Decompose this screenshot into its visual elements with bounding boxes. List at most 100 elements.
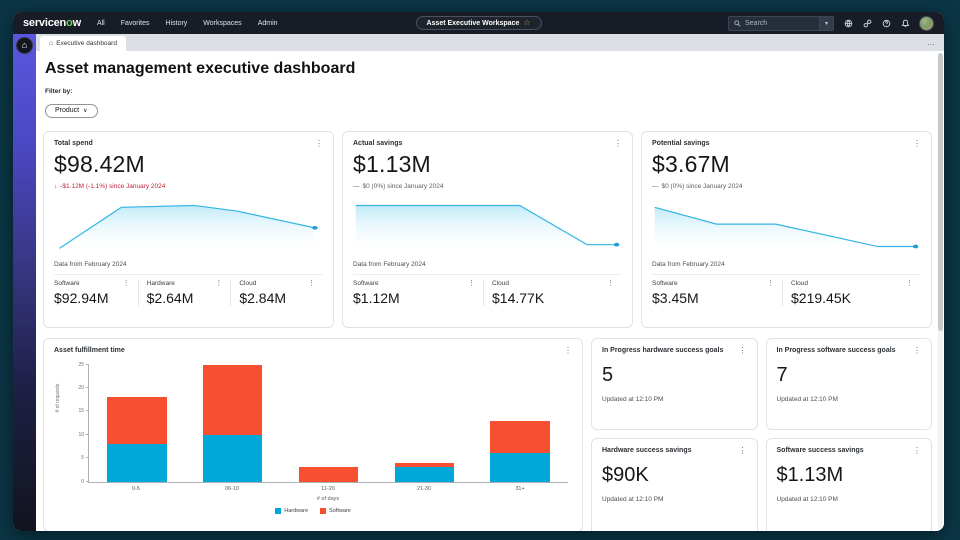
favorite-star-icon[interactable]: ☆ (523, 19, 530, 27)
logo-text: servicen (23, 17, 66, 29)
bar-segment-hardware[interactable] (490, 453, 549, 481)
y-tick-label: 5 (81, 455, 84, 461)
help-icon[interactable] (881, 18, 891, 28)
now-assist-icon[interactable] (843, 18, 853, 28)
bar-segment-software[interactable] (203, 365, 262, 435)
stat-card-software-goals: In Progress software success goals ⋮ 7 Up… (766, 338, 933, 430)
product-filter-dropdown[interactable]: Product ∨ (45, 104, 98, 118)
stacked-bar[interactable] (203, 365, 262, 482)
search-input[interactable]: Search (729, 17, 819, 30)
potential-savings-sparkline (652, 198, 921, 254)
y-tick-label: 10 (78, 432, 84, 438)
y-axis-title: # of requests (55, 383, 61, 412)
home-icon: ⌂ (22, 41, 27, 50)
kebab-menu-icon[interactable]: ⋮ (913, 140, 921, 148)
kpi-delta: — $0 (0%) since January 2024 (353, 183, 622, 190)
window-body: ⌂ ⌂ Executive dashboard … Asset manageme… (13, 34, 944, 531)
workspace-pill-label: Asset Executive Workspace (426, 20, 519, 27)
kpi-value: $1.13M (353, 151, 622, 178)
kebab-menu-icon[interactable]: ⋮ (607, 280, 614, 287)
legend-swatch (320, 508, 326, 514)
bar-segment-hardware[interactable] (395, 467, 454, 481)
second-row: Asset fulfillment time ⋮ # of requests 0… (43, 338, 932, 532)
bar-segment-software[interactable] (490, 421, 549, 454)
updated-timestamp: Updated at 12:10 PM (602, 396, 747, 403)
stacked-bar[interactable] (395, 365, 454, 482)
page-title: Asset management executive dashboard (45, 60, 932, 78)
legend-item-software[interactable]: Software (320, 508, 351, 514)
logo-text-end: w (73, 17, 81, 29)
workspace-home-button[interactable]: ⌂ (16, 37, 33, 54)
kpi-delta: ↓ -$1.12M (-1.1%) since January 2024 (54, 183, 323, 190)
bar-segment-software[interactable] (107, 397, 166, 444)
kebab-menu-icon[interactable]: ⋮ (308, 280, 315, 287)
legend-swatch (275, 508, 281, 514)
kebab-menu-icon[interactable]: ⋮ (739, 347, 747, 355)
kebab-menu-icon[interactable]: ⋮ (767, 280, 774, 287)
delta-text: $0 (0%) since January 2024 (662, 183, 743, 190)
kebab-menu-icon[interactable]: ⋮ (564, 347, 572, 355)
breakdown-label: Software (652, 280, 678, 287)
y-tick-mark (86, 410, 89, 411)
bar-segment-hardware[interactable] (107, 444, 166, 481)
card-title: Actual savings (353, 140, 402, 147)
menu-item-history[interactable]: History (166, 20, 188, 27)
data-footnote: Data from February 2024 (54, 261, 323, 268)
kebab-menu-icon[interactable]: ⋮ (913, 447, 921, 455)
x-tick-label: 11-20 (280, 486, 376, 492)
bar-slot-21-30 (376, 365, 472, 482)
notifications-bell-icon[interactable] (900, 18, 910, 28)
stacked-bar[interactable] (490, 365, 549, 482)
breakdown-value: $2.64M (147, 290, 223, 306)
updated-timestamp: Updated at 12:10 PM (777, 496, 922, 503)
breakdown-value: $14.77K (492, 290, 614, 306)
kebab-menu-icon[interactable]: ⋮ (215, 280, 222, 287)
servicenow-logo[interactable]: servicenow (23, 17, 81, 29)
asset-fulfillment-chart-card: Asset fulfillment time ⋮ # of requests 0… (43, 338, 583, 532)
connect-chat-icon[interactable] (862, 18, 872, 28)
search-placeholder: Search (745, 20, 767, 27)
kebab-menu-icon[interactable]: ⋮ (739, 447, 747, 455)
bar-segment-hardware[interactable] (203, 435, 262, 482)
y-tick-label: 0 (81, 479, 84, 485)
stat-value: 7 (777, 364, 922, 387)
tab-overflow-menu[interactable]: … (927, 38, 944, 51)
user-avatar[interactable] (919, 16, 934, 31)
workspace-switcher-pill[interactable]: Asset Executive Workspace ☆ (415, 16, 541, 30)
card-title: In Progress software success goals (777, 347, 896, 354)
kebab-menu-icon[interactable]: ⋮ (906, 280, 913, 287)
kebab-menu-icon[interactable]: ⋮ (315, 140, 323, 148)
kebab-menu-icon[interactable]: ⋮ (614, 140, 622, 148)
kpi-card-total-spend: Total spend ⋮ $98.42M ↓ -$1.12M (-1.1%) … (43, 131, 334, 328)
menu-item-admin[interactable]: Admin (258, 20, 278, 27)
menu-item-workspaces[interactable]: Workspaces (203, 20, 241, 27)
kpi-breakdown: Software⋮ $1.12M Cloud⋮ $14.77K (353, 274, 622, 306)
kebab-menu-icon[interactable]: ⋮ (123, 280, 130, 287)
stacked-bar[interactable] (299, 365, 358, 482)
breakdown-label: Cloud (492, 280, 509, 287)
x-tick-label: 0-5 (88, 486, 184, 492)
menu-item-all[interactable]: All (97, 20, 105, 27)
updated-timestamp: Updated at 12:10 PM (777, 396, 922, 403)
search-scope-dropdown[interactable]: ▾ (819, 17, 833, 30)
x-tick-label: 21-30 (376, 486, 472, 492)
y-tick-mark (86, 457, 89, 458)
legend-item-hardware[interactable]: Hardware (275, 508, 308, 514)
stat-value: $1.13M (777, 464, 922, 487)
dashboard-content: Asset management executive dashboard Fil… (36, 51, 944, 531)
kpi-card-potential-savings: Potential savings ⋮ $3.67M — $0 (0%) sin… (641, 131, 932, 328)
actual-savings-sparkline (353, 198, 622, 254)
scrollbar-thumb[interactable] (938, 53, 943, 331)
kpi-delta: — $0 (0%) since January 2024 (652, 183, 921, 190)
kebab-menu-icon[interactable]: ⋮ (913, 347, 921, 355)
bar-segment-software[interactable] (299, 467, 358, 481)
breakdown-hardware: Hardware⋮ $2.64M (138, 280, 231, 306)
menu-item-favorites[interactable]: Favorites (121, 20, 150, 27)
breakdown-value: $3.45M (652, 290, 774, 306)
tab-executive-dashboard[interactable]: ⌂ Executive dashboard (40, 36, 126, 51)
vertical-scrollbar[interactable] (938, 53, 943, 529)
card-title: Hardware success savings (602, 447, 692, 454)
kebab-menu-icon[interactable]: ⋮ (468, 280, 475, 287)
breakdown-label: Cloud (239, 280, 256, 287)
stacked-bar[interactable] (107, 365, 166, 482)
